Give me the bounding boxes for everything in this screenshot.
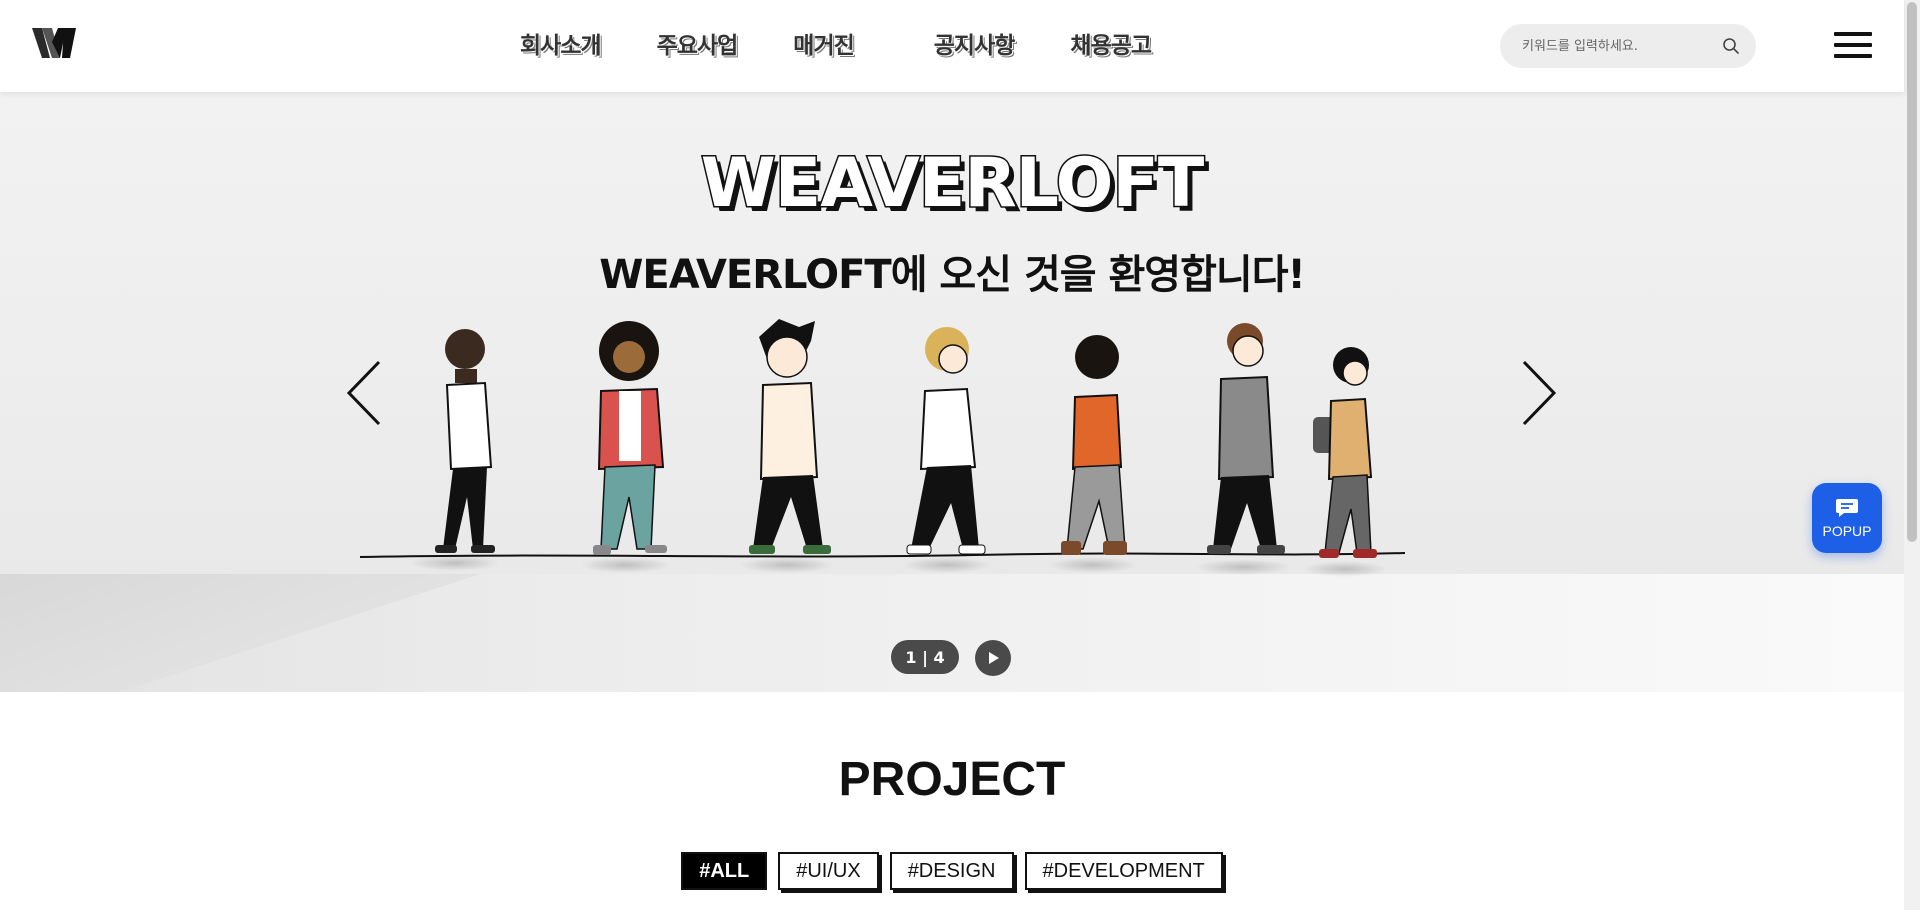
hero-title: WEAVERLOFT <box>699 143 1205 225</box>
chevron-right-icon[interactable] <box>1518 358 1558 428</box>
page-scrollbar[interactable] <box>1904 0 1920 910</box>
play-icon <box>989 652 999 664</box>
site-header: 회사소개 주요사업 매거진 공지사항 채용공고 <box>0 0 1904 92</box>
search-input[interactable] <box>1522 38 1722 54</box>
main-nav: 회사소개 주요사업 매거진 공지사항 채용공고 <box>520 26 1152 62</box>
popup-button[interactable]: POPUP <box>1812 483 1882 553</box>
person-figure <box>902 327 992 573</box>
tag-design[interactable]: #DESIGN <box>889 852 1014 890</box>
nav-item-notice[interactable]: 공지사항 <box>934 26 1016 62</box>
popup-label: POPUP <box>1822 523 1872 539</box>
person-figure <box>580 321 670 573</box>
weaverloft-logo[interactable] <box>30 24 80 64</box>
walking-people-illustration <box>359 319 1406 577</box>
nav-item-magazine[interactable]: 매거진 <box>793 26 854 62</box>
person-figure <box>739 319 835 573</box>
nav-item-business[interactable]: 주요사업 <box>657 26 739 62</box>
project-section-title: PROJECT <box>838 753 1066 806</box>
tag-all[interactable]: #ALL <box>681 852 768 890</box>
chat-bubble-icon <box>1836 499 1858 517</box>
hamburger-menu-icon[interactable] <box>1834 32 1872 60</box>
nav-item-recruit[interactable]: 채용공고 <box>1070 26 1152 62</box>
scrollbar-thumb[interactable] <box>1907 2 1917 542</box>
nav-item-company[interactable]: 회사소개 <box>520 26 602 62</box>
play-button[interactable] <box>975 640 1011 676</box>
project-filter-tags: #ALL #UI/UX #DESIGN #DEVELOPMENT <box>0 852 1904 890</box>
tag-development[interactable]: #DEVELOPMENT <box>1024 852 1223 890</box>
hero-subtitle: WEAVERLOFT에 오신 것을 환영합니다! <box>599 252 1305 298</box>
slide-indicator: 1 | 4 <box>891 640 959 674</box>
person-figure <box>1195 323 1291 575</box>
search-icon[interactable] <box>1722 37 1740 55</box>
person-figure <box>1303 347 1387 577</box>
search-box <box>1500 24 1756 68</box>
person-figure <box>410 329 500 571</box>
tag-ui-ux[interactable]: #UI/UX <box>778 852 879 890</box>
person-figure <box>1048 335 1138 573</box>
hero-slider: WEAVERLOFT WEAVERLOFT에 오신 것을 환영합니다! 1 | … <box>0 92 1904 692</box>
